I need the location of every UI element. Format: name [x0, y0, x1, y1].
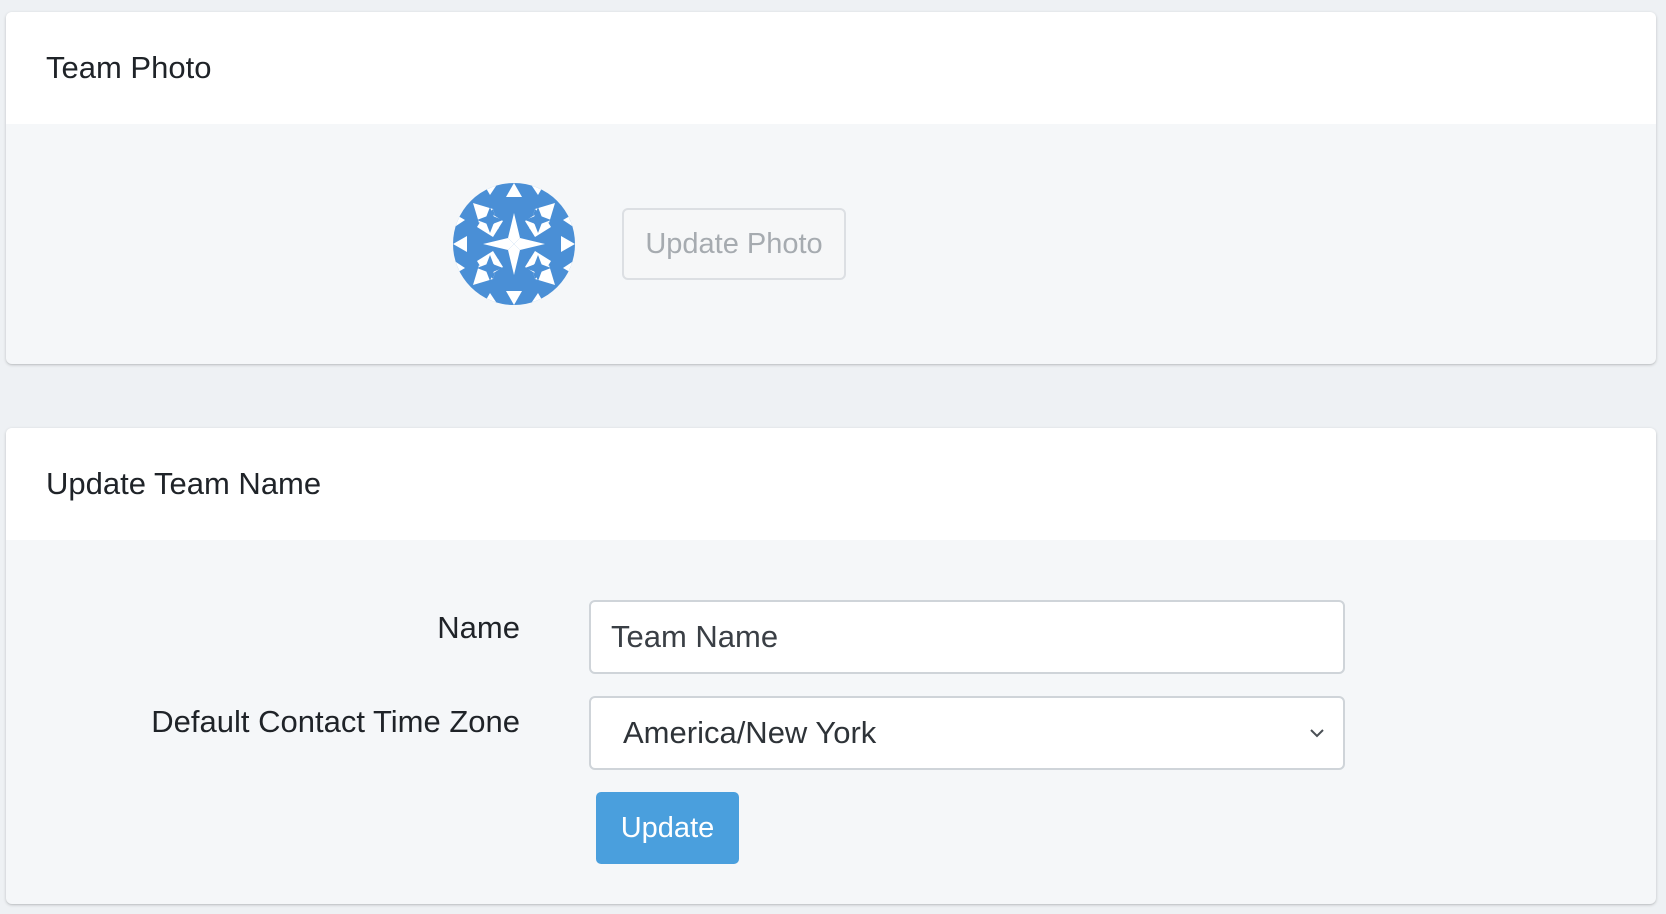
name-label: Name [437, 610, 520, 645]
update-team-name-title: Update Team Name [6, 428, 1656, 540]
team-name-input[interactable] [589, 600, 1345, 674]
timezone-selected-value: America/New York [623, 715, 877, 750]
chevron-down-icon [1310, 729, 1324, 738]
update-button[interactable]: Update [596, 792, 739, 864]
team-photo-card: Team Photo Update Photo [6, 12, 1656, 364]
update-photo-button[interactable]: Update Photo [622, 208, 846, 280]
team-photo-title: Team Photo [6, 12, 1656, 124]
timezone-select[interactable]: America/New York [589, 696, 1345, 770]
timezone-label: Default Contact Time Zone [151, 704, 520, 739]
update-team-name-card: Update Team Name Name Default Contact Ti… [6, 428, 1656, 904]
team-avatar-icon [453, 183, 575, 305]
